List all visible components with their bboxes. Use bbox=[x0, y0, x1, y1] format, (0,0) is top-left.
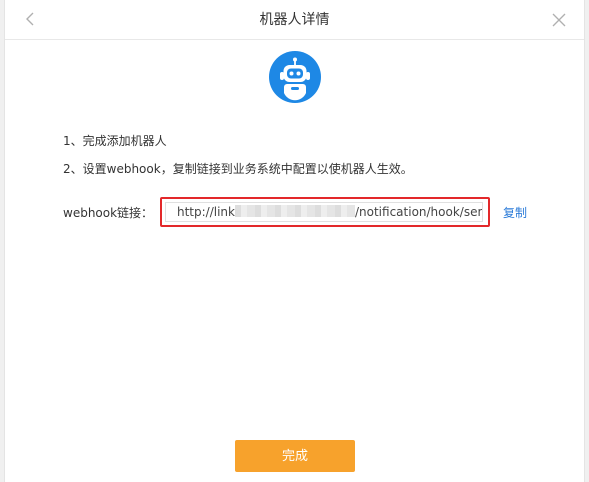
webhook-url-field[interactable]: http://link/notification/hook/send bbox=[165, 202, 483, 222]
robot-icon bbox=[269, 51, 321, 103]
robot-detail-dialog: 机器人详情 1、完成添加机器人 2、设置webhook，复制链接到业务系统中配置… bbox=[4, 0, 585, 482]
url-prefix: http://link bbox=[177, 205, 235, 219]
done-button[interactable]: 完成 bbox=[235, 440, 355, 472]
step-2-text: 2、设置webhook，复制链接到业务系统中配置以使机器人生效。 bbox=[63, 162, 413, 176]
dialog-header: 机器人详情 bbox=[5, 0, 584, 40]
copy-link[interactable]: 复制 bbox=[503, 205, 527, 221]
webhook-url-highlight: http://link/notification/hook/send bbox=[160, 197, 490, 227]
webhook-label: webhook链接： bbox=[63, 206, 154, 220]
step-1-text: 1、完成添加机器人 bbox=[63, 134, 167, 148]
url-redacted bbox=[234, 205, 355, 217]
close-icon[interactable] bbox=[548, 9, 570, 31]
url-suffix: /notification/hook/send bbox=[354, 205, 483, 219]
dialog-title: 机器人详情 bbox=[259, 12, 330, 28]
